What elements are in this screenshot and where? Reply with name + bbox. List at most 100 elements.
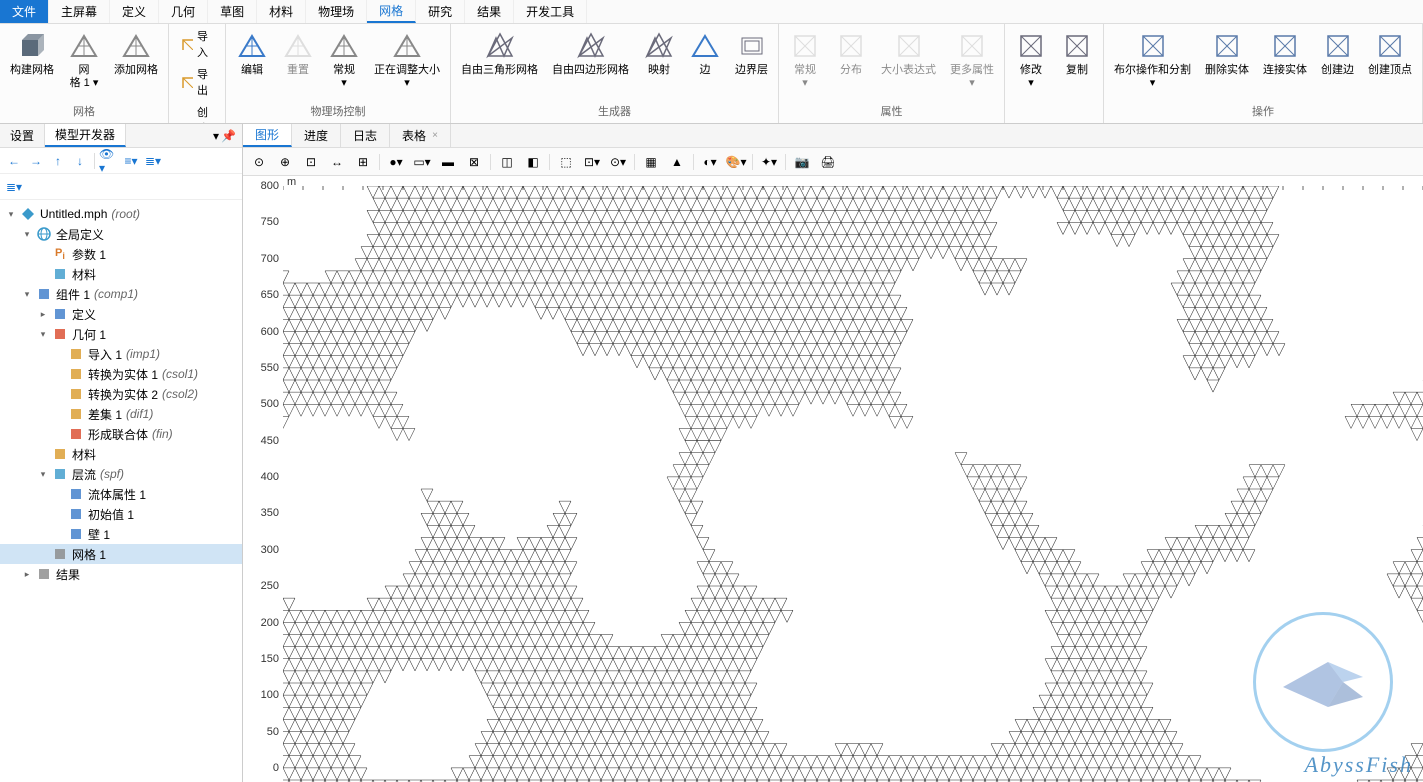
gfxtool-icon[interactable]: 📷 bbox=[790, 150, 814, 174]
menu-结果[interactable]: 结果 bbox=[465, 0, 514, 23]
menu-草图[interactable]: 草图 bbox=[208, 0, 257, 23]
tree-初始值 1[interactable]: 初始值 1 bbox=[0, 504, 242, 524]
close-icon[interactable]: × bbox=[432, 130, 438, 141]
tree-差集 1[interactable]: 差集 1(dif1) bbox=[0, 404, 242, 424]
tree-壁 1[interactable]: 壁 1 bbox=[0, 524, 242, 544]
gfxtool-icon[interactable]: ◫ bbox=[495, 150, 519, 174]
tree-结果[interactable]: ▸结果 bbox=[0, 564, 242, 584]
gfxtool-icon[interactable]: ▲ bbox=[665, 150, 689, 174]
gfxtool-icon[interactable]: ⊞ bbox=[351, 150, 375, 174]
gfxtool-icon[interactable]: ◐▾ bbox=[698, 150, 722, 174]
maintab-日志[interactable]: 日志 bbox=[341, 124, 390, 147]
gfxtool-icon[interactable]: ▭▾ bbox=[410, 150, 434, 174]
nav-down-icon[interactable]: ↓ bbox=[70, 151, 90, 171]
main-panel: 图形进度日志表格× ⊙⊕⊡↔⊞●▾▭▾▬⊠◫◧⬚⊡▾⊙▾▦▲◐▾🎨▾✦▾📷🖨 m… bbox=[243, 124, 1423, 782]
ribbon-网格1[interactable]: 网 格 1 ▾ bbox=[62, 26, 106, 94]
tree-流体属性 1[interactable]: 流体属性 1 bbox=[0, 484, 242, 504]
sidebar-pin[interactable]: ▾ 📌 bbox=[207, 129, 242, 143]
ribbon-删除实体[interactable]: 删除实体 bbox=[1199, 26, 1255, 81]
sidebar-toolbar2: ≣▾ bbox=[0, 174, 242, 200]
tree-转换为实体 2[interactable]: 转换为实体 2(csol2) bbox=[0, 384, 242, 404]
ribbon-边界层[interactable]: 边界层 bbox=[729, 26, 774, 81]
ribbon-正在调整大小[interactable]: 正在调整大小 ▾ bbox=[368, 26, 446, 94]
ribbon-导入[interactable]: 导入 bbox=[173, 26, 221, 62]
ribbon-添加网格[interactable]: 添加网格 bbox=[108, 26, 164, 81]
ribbon-编辑[interactable]: 编辑 bbox=[230, 26, 274, 81]
nav-up-icon[interactable]: ↑ bbox=[48, 151, 68, 171]
graphics-canvas[interactable]: m 80075070065060055050045040035030025020… bbox=[243, 176, 1423, 782]
ribbon-常规[interactable]: 常规 ▾ bbox=[322, 26, 366, 94]
menu-几何[interactable]: 几何 bbox=[159, 0, 208, 23]
ribbon-自由三角形网格[interactable]: 自由三角形网格 bbox=[455, 26, 544, 81]
maintab-图形[interactable]: 图形 bbox=[243, 124, 292, 147]
ytick: 50 bbox=[267, 726, 279, 738]
tree-导入 1[interactable]: 导入 1(imp1) bbox=[0, 344, 242, 364]
ytick: 750 bbox=[261, 216, 279, 228]
list2-icon[interactable]: ≣▾ bbox=[143, 151, 163, 171]
tree-形成联合体[interactable]: 形成联合体(fin) bbox=[0, 424, 242, 444]
ribbon-创建顶点[interactable]: 创建顶点 bbox=[1362, 26, 1418, 81]
gfxtool-icon[interactable]: 🖨 bbox=[816, 150, 840, 174]
sidetab-设置[interactable]: 设置 bbox=[0, 124, 45, 147]
gfxtool-icon[interactable]: ⊡ bbox=[299, 150, 323, 174]
gfxtool-icon[interactable]: ⊙▾ bbox=[606, 150, 630, 174]
tree-转换为实体 1[interactable]: 转换为实体 1(csol1) bbox=[0, 364, 242, 384]
ribbon-导出[interactable]: 导出 bbox=[173, 64, 221, 100]
tree-参数 1[interactable]: Pi参数 1 bbox=[0, 244, 242, 264]
gfxtool-icon[interactable]: ⊡▾ bbox=[580, 150, 604, 174]
ribbon-修改[interactable]: 修改 ▾ bbox=[1009, 26, 1053, 94]
menu-定义[interactable]: 定义 bbox=[110, 0, 159, 23]
tree-定义[interactable]: ▸定义 bbox=[0, 304, 242, 324]
ribbon: 构建网格网 格 1 ▾添加网格网格导入导出创建几何导入/导出编辑重置常规 ▾正在… bbox=[0, 24, 1423, 124]
gfxtool-icon[interactable]: ✦▾ bbox=[757, 150, 781, 174]
tree-组件 1[interactable]: ▾组件 1(comp1) bbox=[0, 284, 242, 304]
gfxtool-icon[interactable]: ↔ bbox=[325, 150, 349, 174]
gfxtool-icon[interactable]: ▦ bbox=[639, 150, 663, 174]
ribbon-构建网格[interactable]: 构建网格 bbox=[4, 26, 60, 81]
ytick: 100 bbox=[261, 689, 279, 701]
menu-主屏幕[interactable]: 主屏幕 bbox=[49, 0, 110, 23]
maintab-进度[interactable]: 进度 bbox=[292, 124, 341, 147]
nav-back-icon[interactable]: ← bbox=[4, 151, 24, 171]
gfxtool-icon[interactable]: ●▾ bbox=[384, 150, 408, 174]
ribbon-重置: 重置 bbox=[276, 26, 320, 81]
expand-icon[interactable]: ≣▾ bbox=[4, 177, 24, 197]
mesh-viewport[interactable] bbox=[283, 186, 1423, 782]
menu-物理场[interactable]: 物理场 bbox=[306, 0, 367, 23]
tree-几何 1[interactable]: ▾几何 1 bbox=[0, 324, 242, 344]
gfxtool-icon[interactable]: ⊕ bbox=[273, 150, 297, 174]
ribbon-映射[interactable]: 映射 bbox=[637, 26, 681, 81]
nav-fwd-icon[interactable]: → bbox=[26, 151, 46, 171]
tree-全局定义[interactable]: ▾全局定义 bbox=[0, 224, 242, 244]
ribbon-边[interactable]: 边 bbox=[683, 26, 727, 81]
menu-开发工具[interactable]: 开发工具 bbox=[514, 0, 587, 23]
gfxtool-icon[interactable]: ▬ bbox=[436, 150, 460, 174]
ribbon-自由四边形网格[interactable]: 自由四边形网格 bbox=[546, 26, 635, 81]
ytick: 250 bbox=[261, 580, 279, 592]
ytick: 0 bbox=[273, 762, 279, 774]
ytick: 800 bbox=[261, 180, 279, 192]
menu-研究[interactable]: 研究 bbox=[416, 0, 465, 23]
ribbon-布尔操作和分割[interactable]: 布尔操作和分割 ▾ bbox=[1108, 26, 1197, 94]
list1-icon[interactable]: ≡▾ bbox=[121, 151, 141, 171]
show-icon[interactable]: 👁▾ bbox=[99, 151, 119, 171]
sidetab-模型开发器[interactable]: 模型开发器 bbox=[45, 124, 126, 147]
gfxtool-icon[interactable]: ⬚ bbox=[554, 150, 578, 174]
ribbon-连接实体[interactable]: 连接实体 bbox=[1257, 26, 1313, 81]
tree-网格 1[interactable]: 网格 1 bbox=[0, 544, 242, 564]
gfxtool-icon[interactable]: ⊙ bbox=[247, 150, 271, 174]
tree-层流[interactable]: ▾层流(spf) bbox=[0, 464, 242, 484]
gfxtool-icon[interactable]: 🎨▾ bbox=[724, 150, 748, 174]
sidebar: 设置模型开发器 ▾ 📌 ← → ↑ ↓ 👁▾ ≡▾ ≣▾ ≣▾ ▾Untitled… bbox=[0, 124, 243, 782]
menu-网格[interactable]: 网格 bbox=[367, 0, 416, 23]
ribbon-创建边[interactable]: 创建边 bbox=[1315, 26, 1360, 81]
menu-材料[interactable]: 材料 bbox=[257, 0, 306, 23]
tree-root[interactable]: ▾Untitled.mph(root) bbox=[0, 204, 242, 224]
gfxtool-icon[interactable]: ◧ bbox=[521, 150, 545, 174]
ribbon-复制[interactable]: 复制 bbox=[1055, 26, 1099, 81]
maintab-表格[interactable]: 表格× bbox=[390, 124, 451, 147]
tree-材料[interactable]: 材料 bbox=[0, 444, 242, 464]
menu-文件[interactable]: 文件 bbox=[0, 0, 49, 23]
gfxtool-icon[interactable]: ⊠ bbox=[462, 150, 486, 174]
tree-材料[interactable]: 材料 bbox=[0, 264, 242, 284]
